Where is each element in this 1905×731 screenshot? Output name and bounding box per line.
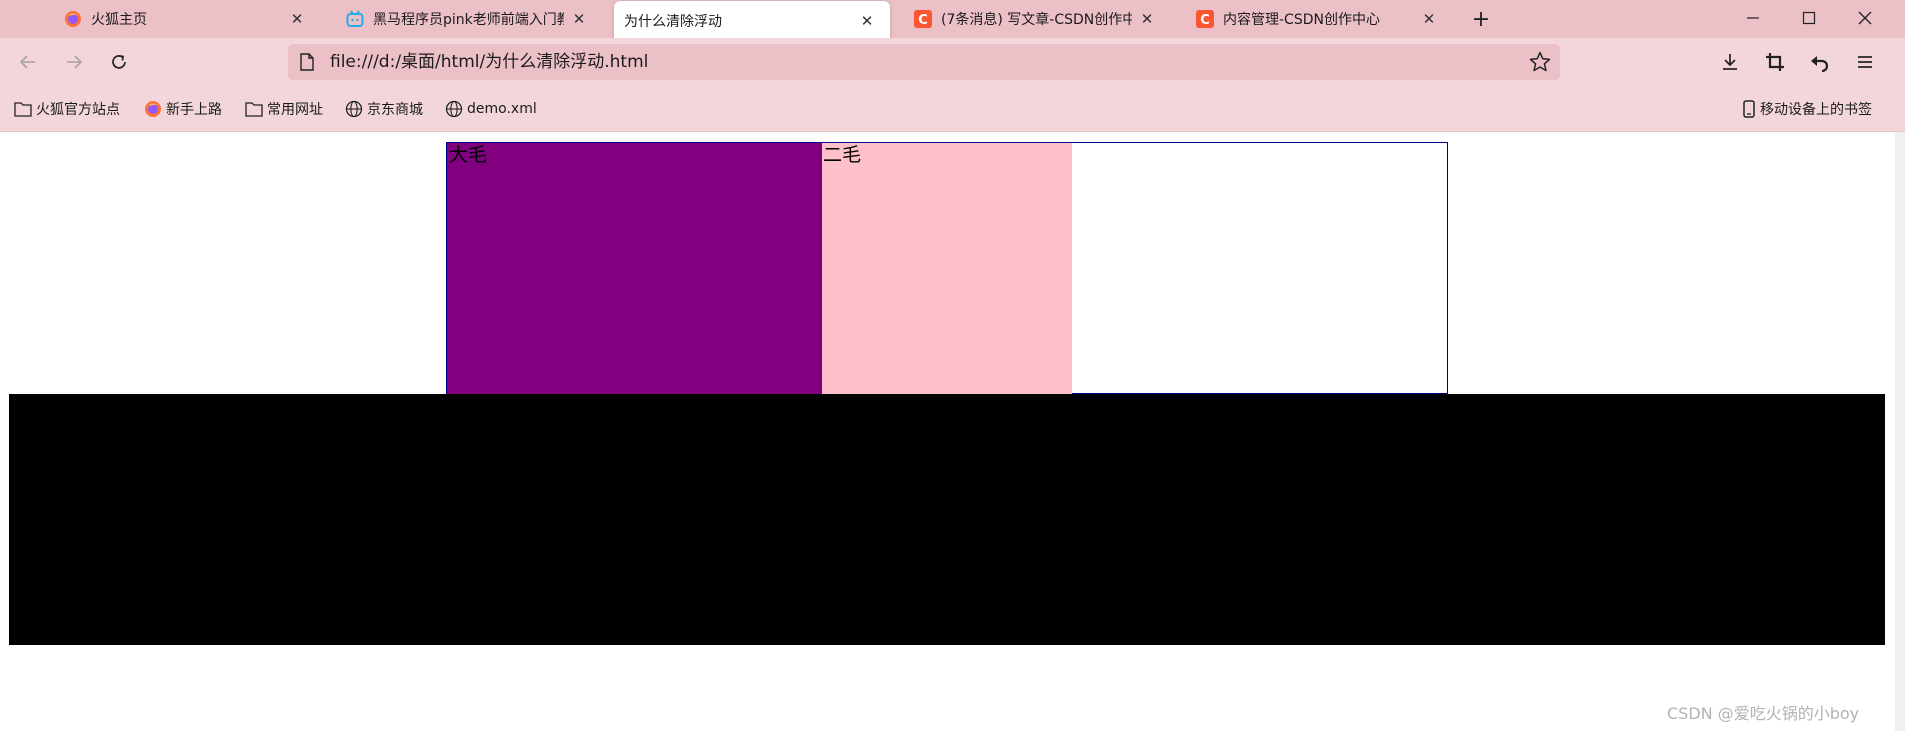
download-icon <box>1723 54 1737 70</box>
csdn-icon: C <box>1196 10 1214 28</box>
tab-title: 内容管理-CSDN创作中心 <box>1223 12 1380 28</box>
mobile-bookmarks[interactable]: 移动设备上的书签 <box>1742 98 1872 120</box>
app-menu-button[interactable] <box>1849 46 1881 78</box>
csdn-watermark: CSDN @爱吃火锅的小boy <box>1667 704 1860 723</box>
folder-icon <box>14 100 32 118</box>
close-tab-icon[interactable]: ✕ <box>858 12 876 30</box>
screenshot-button[interactable] <box>1759 46 1791 78</box>
downloads-button[interactable] <box>1714 46 1746 78</box>
float-box-damao: 大毛 <box>447 143 822 394</box>
close-tab-icon[interactable]: ✕ <box>570 10 588 28</box>
tab-title: 黑马程序员pink老师前端入门教 <box>373 12 564 28</box>
new-tab-button[interactable]: + <box>1467 5 1495 33</box>
globe-icon <box>345 100 363 118</box>
close-tab-icon[interactable]: ✕ <box>1138 10 1156 28</box>
hamburger-menu-icon <box>1858 56 1872 68</box>
mobile-device-icon <box>1742 100 1756 118</box>
damao-label: 大毛 <box>449 144 488 166</box>
mobile-bookmarks-label: 移动设备上的书签 <box>1760 102 1872 118</box>
svg-text:C: C <box>1200 13 1210 28</box>
firefox-icon <box>144 100 162 118</box>
bookmark-label: 新手上路 <box>166 102 222 118</box>
close-tab-icon[interactable]: ✕ <box>288 10 306 28</box>
scrollbar-gutter[interactable] <box>1895 132 1905 731</box>
float-box-ermao: 二毛 <box>822 143 1072 394</box>
bookmark-label: demo.xml <box>467 101 537 117</box>
folder-icon <box>245 100 263 118</box>
forward-arrow-icon <box>67 55 83 69</box>
page-viewport: 大毛 二毛 <box>0 132 1895 731</box>
back-arrow-icon <box>19 55 35 69</box>
tab-firefox-home[interactable]: 火狐主页 ✕ <box>48 0 320 38</box>
tab-title: 火狐主页 <box>91 12 147 28</box>
bookmark-firefox-site[interactable]: 火狐官方站点 <box>14 98 120 120</box>
bookmark-jd[interactable]: 京东商城 <box>345 98 423 120</box>
maximize-button[interactable] <box>1781 0 1837 36</box>
back-button[interactable] <box>12 46 44 78</box>
address-bar[interactable]: file:///d:/桌面/html/为什么清除浮动.html <box>288 44 1560 80</box>
bookmark-star-icon[interactable] <box>1528 50 1552 74</box>
close-icon <box>1858 11 1872 25</box>
globe-icon <box>445 100 463 118</box>
url-text[interactable]: file:///d:/桌面/html/为什么清除浮动.html <box>330 44 648 80</box>
footer-black-block <box>9 394 1885 645</box>
tab-csdn-write[interactable]: C (7条消息) 写文章-CSDN创作中 ✕ <box>898 0 1170 38</box>
bookmark-common-sites[interactable]: 常用网址 <box>245 98 323 120</box>
reload-button[interactable] <box>103 46 135 78</box>
tab-csdn-content[interactable]: C 内容管理-CSDN创作中心 ✕ <box>1180 0 1452 38</box>
bilibili-icon <box>346 10 364 28</box>
reload-icon <box>112 55 126 69</box>
page-icon <box>300 53 314 71</box>
csdn-icon: C <box>914 10 932 28</box>
bookmark-label: 京东商城 <box>367 102 423 118</box>
close-tab-icon[interactable]: ✕ <box>1420 10 1438 28</box>
tab-title: (7条消息) 写文章-CSDN创作中 <box>941 12 1132 28</box>
tab-title: 为什么清除浮动 <box>624 13 722 30</box>
tab-active-clear-float[interactable]: 为什么清除浮动 ✕ <box>614 1 890 40</box>
svg-text:C: C <box>918 13 928 28</box>
minimize-button[interactable] <box>1725 0 1781 36</box>
crop-icon <box>1766 53 1784 71</box>
undo-arrow-icon <box>1811 56 1829 72</box>
bookmark-demo-xml[interactable]: demo.xml <box>445 98 537 120</box>
bookmark-label: 火狐官方站点 <box>36 102 120 118</box>
undo-button[interactable] <box>1804 46 1836 78</box>
bookmark-label: 常用网址 <box>267 102 323 118</box>
close-window-button[interactable] <box>1837 0 1893 36</box>
firefox-icon <box>64 10 82 28</box>
ermao-label: 二毛 <box>823 144 862 166</box>
tab-pink-course[interactable]: 黑马程序员pink老师前端入门教 ✕ <box>330 0 602 38</box>
minimize-icon <box>1747 17 1759 19</box>
maximize-icon <box>1802 11 1816 25</box>
forward-button[interactable] <box>58 46 90 78</box>
bookmarks-toolbar: 火狐官方站点 新手上路 常用网址 京东商城 demo.xml 移动设备上的书签 <box>0 86 1905 132</box>
bookmark-getting-started[interactable]: 新手上路 <box>144 98 222 120</box>
tab-strip: 火狐主页 ✕ 黑马程序员pink老师前端入门教 ✕ 为什么清除浮动 ✕ C (7… <box>0 0 1905 40</box>
navigation-toolbar: file:///d:/桌面/html/为什么清除浮动.html <box>0 38 1905 86</box>
